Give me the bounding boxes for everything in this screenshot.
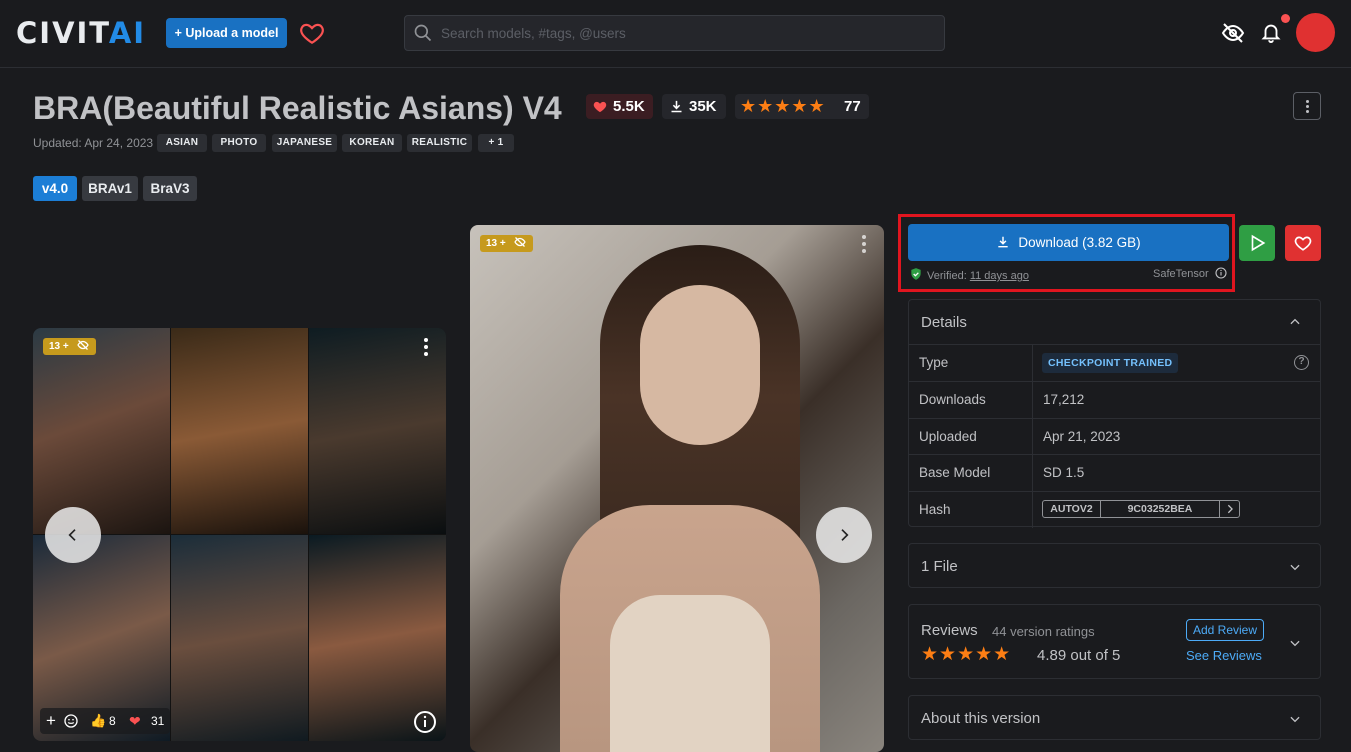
verified-time-link[interactable]: 11 days ago (970, 270, 1029, 282)
version-tab-v4[interactable]: v4.0 (33, 176, 77, 201)
tag-asian[interactable]: ASIAN (157, 134, 207, 152)
review-score: 4.89 out of 5 (1037, 647, 1121, 664)
downloads-count: 35K (689, 98, 717, 115)
heart-icon (1294, 236, 1312, 251)
hash-next-button[interactable] (1219, 501, 1239, 517)
updated-date: Updated: Apr 24, 2023 (33, 136, 154, 150)
verified-status: Verified: 11 days ago (909, 267, 1029, 282)
safetensor-label: SafeTensor (1153, 267, 1227, 280)
eye-off-icon (513, 237, 526, 247)
portrait-face (640, 285, 760, 445)
likes-count: 5.5K (613, 98, 645, 115)
files-panel[interactable]: 1 File (908, 543, 1321, 588)
type-badge: CHECKPOINT TRAINED (1042, 353, 1179, 373)
see-reviews-link[interactable]: See Reviews (1186, 648, 1262, 663)
search-icon (414, 24, 432, 42)
detail-row-base-model: Base Model SD 1.5 (909, 454, 1320, 491)
tag-photo[interactable]: PHOTO (212, 134, 266, 152)
detail-row-downloads: Downloads 17,212 (909, 381, 1320, 418)
nsfw-badge[interactable]: 13 + (43, 338, 96, 355)
chevron-right-icon (1227, 504, 1233, 514)
heart-icon[interactable] (298, 20, 326, 46)
hash-type[interactable]: AUTOV2 (1043, 501, 1101, 517)
add-reaction-button[interactable]: + (46, 708, 56, 734)
reviews-heading: Reviews (921, 622, 978, 639)
version-tab-brav1[interactable]: BRAv1 (82, 176, 138, 201)
more-options-button[interactable] (1293, 92, 1321, 120)
add-review-button[interactable]: Add Review (1186, 619, 1264, 641)
civitai-logo[interactable]: CIVITAI (16, 18, 146, 48)
chevron-down-icon[interactable] (1288, 560, 1302, 574)
details-panel: Details Type CHECKPOINT TRAINED ? Downlo… (908, 299, 1321, 528)
search-bar[interactable] (404, 15, 945, 51)
likes-badge[interactable]: 5.5K (586, 94, 653, 119)
thumbs-up-icon[interactable]: 👍 (90, 708, 106, 734)
detail-row-uploaded: Uploaded Apr 21, 2023 (909, 418, 1320, 455)
heart-icon (593, 101, 607, 113)
download-button[interactable]: Download (3.82 GB) (908, 224, 1229, 261)
about-heading[interactable]: About this version (921, 710, 1040, 727)
download-icon (998, 236, 1009, 248)
favorite-button[interactable] (1285, 225, 1321, 261)
detail-row-type: Type CHECKPOINT TRAINED ? (909, 344, 1320, 381)
info-icon[interactable] (413, 710, 437, 734)
upload-model-button[interactable]: + Upload a model (166, 18, 287, 48)
gallery-prev-button[interactable] (45, 507, 101, 563)
help-icon[interactable]: ? (1294, 355, 1309, 370)
details-heading[interactable]: Details (921, 314, 967, 331)
rating-stars: ★★★★★ (740, 96, 826, 116)
hash-value[interactable]: 9C03252BEA (1101, 501, 1219, 517)
review-count: 44 version ratings (992, 624, 1095, 639)
downloads-badge: 35K (662, 94, 726, 119)
tag-japanese[interactable]: JAPANESE (272, 134, 337, 152)
review-stars: ★★★★★ (921, 644, 1012, 665)
gallery-next-button[interactable] (816, 507, 872, 563)
rating-count: 77 (844, 98, 861, 115)
tag-korean[interactable]: KOREAN (342, 134, 402, 152)
chevron-right-icon (841, 529, 849, 541)
image-menu-icon[interactable] (424, 338, 428, 359)
reviews-panel: Reviews 44 version ratings ★★★★★ 4.89 ou… (908, 604, 1321, 679)
eye-off-icon[interactable] (1221, 21, 1245, 50)
search-input[interactable] (441, 16, 936, 50)
hash-copy-box[interactable]: AUTOV2 9C03252BEA (1042, 500, 1240, 518)
user-avatar[interactable] (1296, 13, 1335, 52)
detail-row-hash: Hash AUTOV2 9C03252BEA (909, 491, 1320, 528)
files-heading[interactable]: 1 File (921, 558, 958, 575)
eye-off-icon (76, 340, 89, 350)
shield-check-icon (911, 268, 921, 280)
portrait-top (610, 595, 770, 752)
bell-icon[interactable] (1260, 20, 1282, 49)
gallery-main-image[interactable]: 13 + (470, 225, 884, 752)
chevron-down-icon[interactable] (1288, 636, 1302, 650)
run-model-button[interactable] (1239, 225, 1275, 261)
download-icon (671, 100, 682, 113)
top-navbar: CIVITAI + Upload a model (0, 0, 1351, 68)
chevron-down-icon[interactable] (1288, 712, 1302, 726)
rating-badge[interactable]: ★★★★★ 77 (735, 94, 869, 119)
tag-more[interactable]: + 1 (478, 134, 514, 152)
heart-reaction-icon[interactable]: ❤ (129, 708, 141, 734)
image-menu-icon[interactable] (862, 235, 866, 256)
notification-dot (1281, 14, 1290, 23)
reactions-bar[interactable]: + 👍 8 ❤ 31 (40, 708, 170, 734)
hearts-count: 31 (151, 714, 165, 728)
info-icon[interactable] (1215, 267, 1227, 279)
nsfw-badge[interactable]: 13 + (480, 235, 533, 252)
chevron-left-icon (68, 529, 76, 541)
play-icon (1251, 234, 1266, 252)
thumbs-count: 8 (109, 714, 116, 728)
chevron-up-icon[interactable] (1288, 315, 1302, 329)
about-version-panel[interactable]: About this version (908, 695, 1321, 740)
model-title: BRA(Beautiful Realistic Asians) V4 (33, 90, 562, 126)
smiley-icon[interactable] (63, 713, 79, 729)
version-tab-brav3[interactable]: BraV3 (143, 176, 197, 201)
tag-realistic[interactable]: REALISTIC (407, 134, 472, 152)
